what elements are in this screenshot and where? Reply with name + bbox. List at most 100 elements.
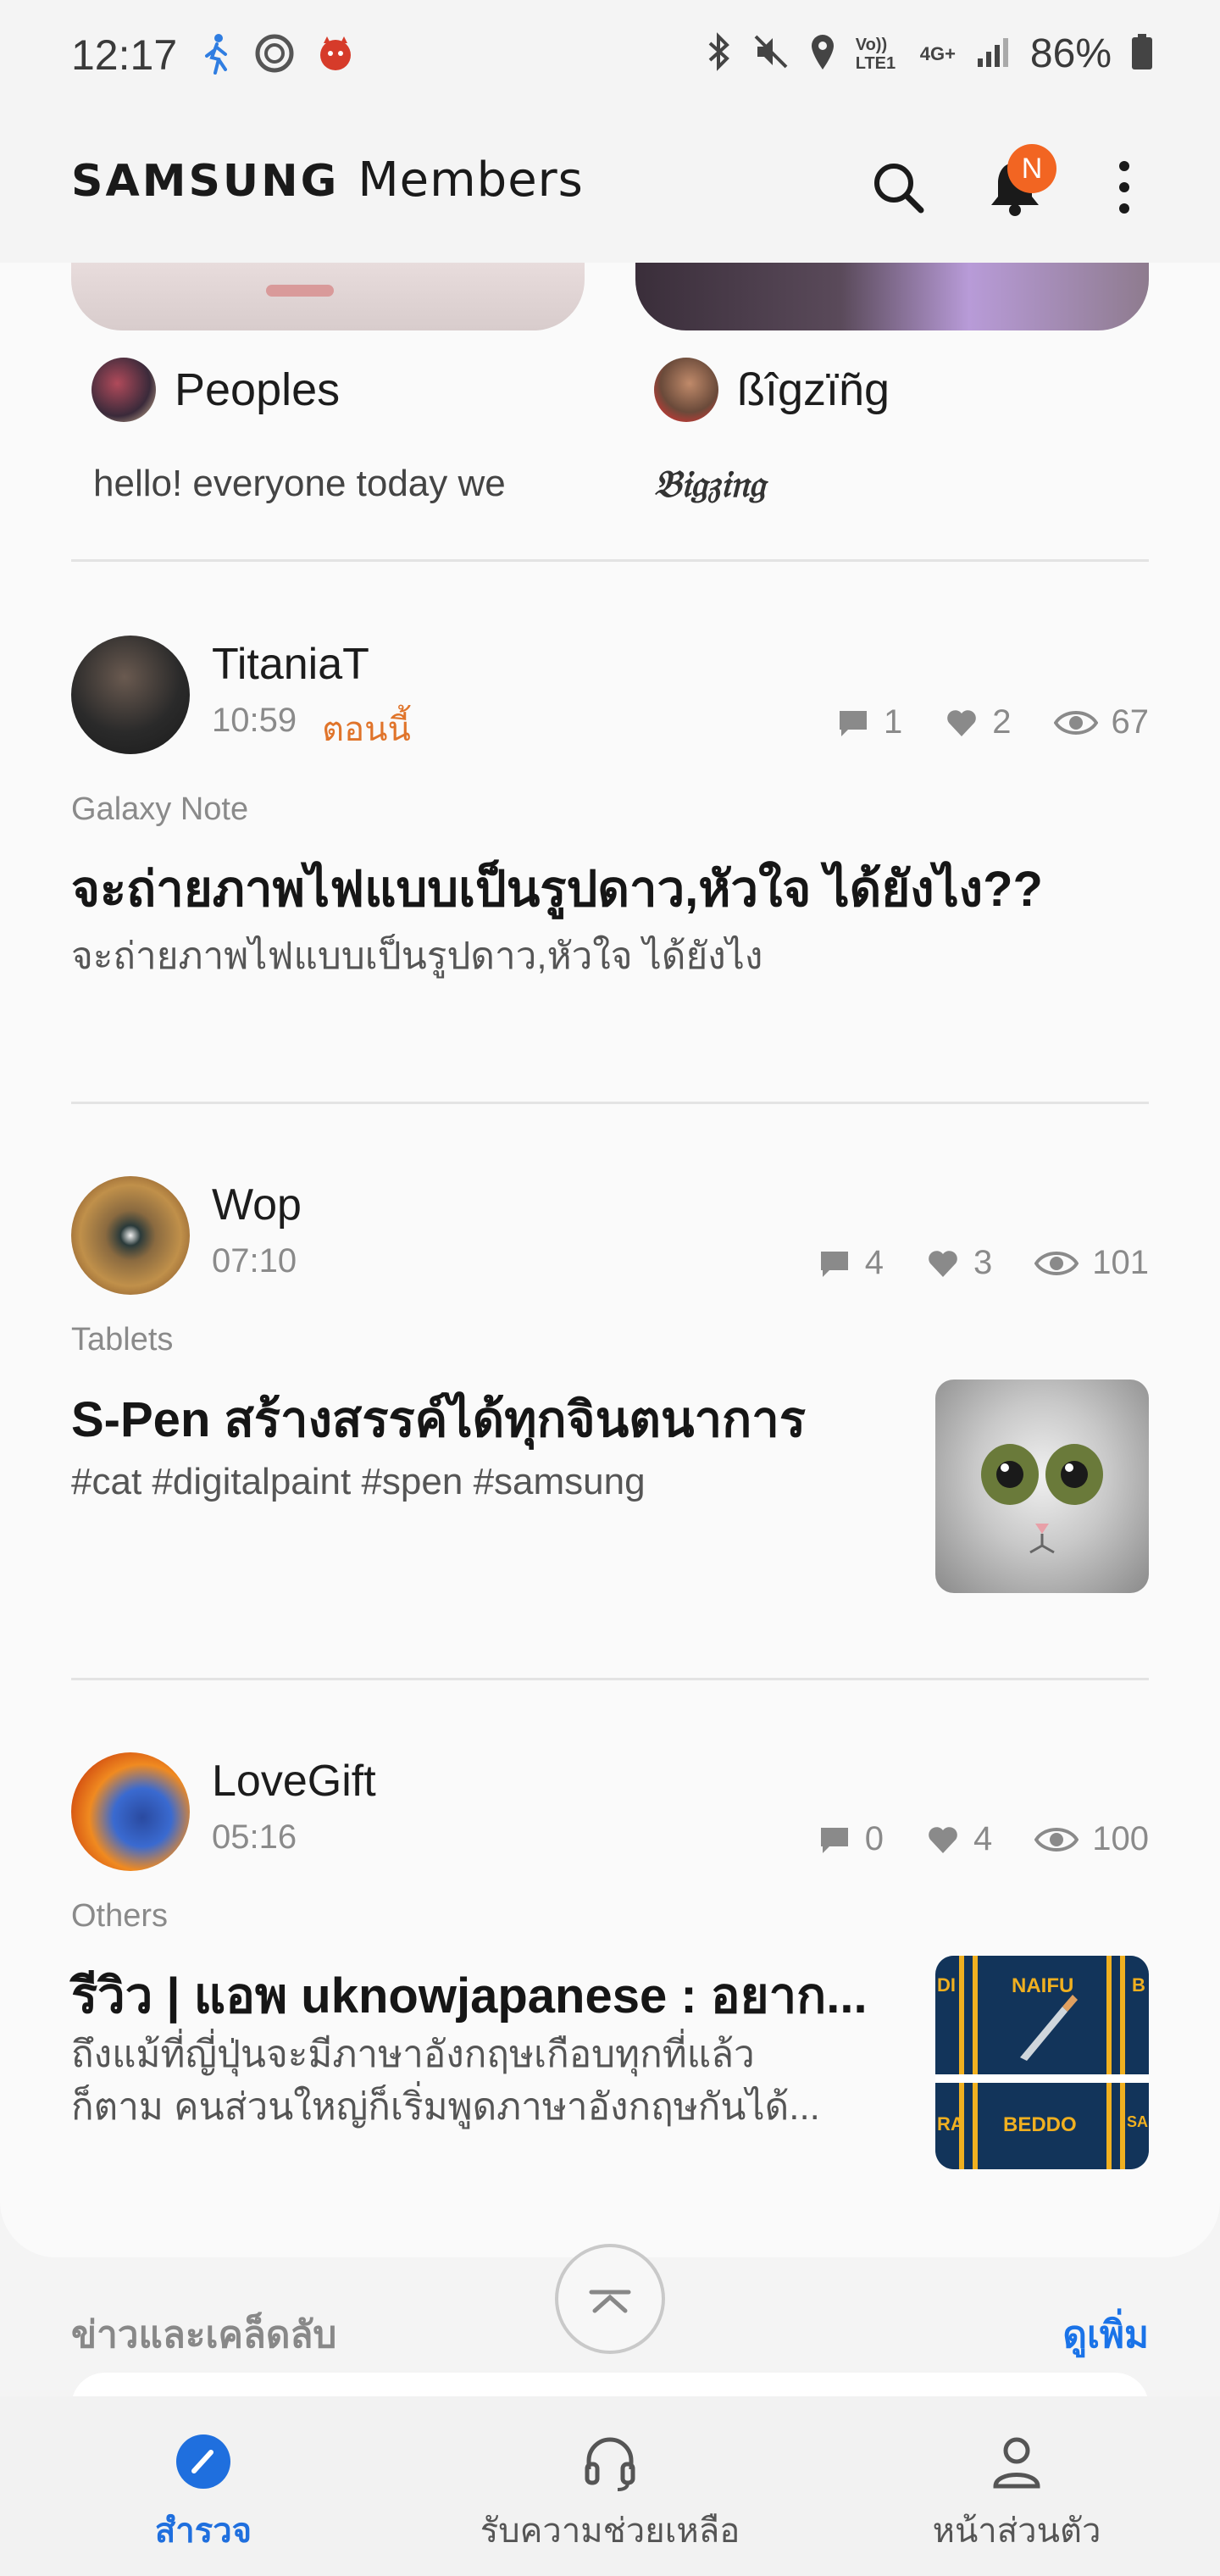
notifications-button[interactable]: N — [977, 144, 1056, 225]
eye-icon — [1034, 1251, 1079, 1275]
heart-icon — [947, 709, 977, 736]
cat-thumbnail-art — [981, 1444, 1103, 1554]
preview-image-left[interactable] — [71, 263, 585, 330]
post-title[interactable]: รีวิว | แอพ uknowjapanese : อยาก... — [71, 1956, 868, 2035]
post-item[interactable]: TitaniaT 10:59 ตอนนี้ 1 2 67 Galaxy Note… — [0, 636, 1220, 977]
nav-label: สำรวจ — [154, 2512, 252, 2550]
post-category[interactable]: Galaxy Note — [71, 791, 248, 828]
preview-text-right: 𝔅𝔦𝔤𝔷𝔦𝔫𝔤 — [654, 463, 766, 506]
person-icon — [993, 2437, 1040, 2489]
post-time: 05:16 — [212, 1818, 297, 1857]
4g-icon: 4G+ — [919, 42, 956, 64]
knife-icon — [1020, 1995, 1078, 2061]
status-right-icons: Vo)) LTE1 4G+ 86% — [705, 31, 1154, 77]
avatar — [654, 358, 718, 422]
news-section-title: ข่าวและเคล็ดลับ — [71, 2314, 337, 2356]
app-logo: SAMSUNG Members — [71, 153, 584, 208]
more-options-button[interactable] — [1086, 149, 1162, 225]
avatar — [92, 358, 156, 422]
post-time-value: 05:16 — [212, 1818, 297, 1856]
like-stat: 4 — [926, 1820, 992, 1858]
post-stats: 4 3 101 — [818, 1244, 1149, 1282]
location-icon — [808, 32, 837, 75]
antutu-icon — [254, 33, 295, 78]
thumb-text: SA — [1127, 2113, 1149, 2130]
search-button[interactable] — [860, 149, 936, 225]
post-author[interactable]: LoveGift — [212, 1756, 376, 1807]
post-item[interactable]: Wop 07:10 4 3 101 Tablets S-Pen สร้างสรร… — [0, 1176, 1220, 1634]
post-stats: 1 2 67 — [836, 703, 1149, 741]
bottom-navigation: สำรวจ รับความช่วยเหลือ หน้าส่วนตัว — [0, 2396, 1220, 2576]
post-time-note: ตอนนี้ — [322, 711, 411, 748]
nav-explore[interactable]: สำรวจ — [0, 2396, 407, 2576]
comment-stat: 4 — [818, 1244, 884, 1282]
post-body-line: ก็ตาม คนส่วนใหญ่ก็เริ่มพูดภาษาอังกฤษกันไ… — [71, 2085, 820, 2128]
divider — [71, 559, 1149, 562]
post-title[interactable]: S-Pen สร้างสรรค์ได้ทุกจินตนาการ — [71, 1380, 806, 1458]
post-time: 07:10 — [212, 1242, 297, 1280]
nav-label: รับความช่วยเหลือ — [480, 2512, 740, 2550]
compass-icon — [176, 2434, 230, 2489]
view-stat: 101 — [1034, 1244, 1149, 1282]
comment-icon — [820, 1827, 848, 1853]
walking-icon — [200, 32, 234, 79]
view-count: 101 — [1092, 1244, 1149, 1281]
avatar[interactable] — [71, 1176, 190, 1295]
search-icon — [874, 164, 924, 214]
post-body[interactable]: ถึงแม้ที่ญี่ปุ่นจะมีภาษาอังกฤษเกือบทุกที… — [71, 2029, 820, 2133]
view-stat: 67 — [1053, 703, 1149, 741]
divider — [71, 1102, 1149, 1104]
heart-icon — [929, 1826, 957, 1853]
status-left-icons — [200, 32, 356, 79]
battery-icon — [1130, 32, 1154, 75]
like-count: 4 — [973, 1820, 993, 1857]
devil-icon — [315, 33, 356, 78]
eye-icon — [1053, 710, 1098, 735]
comment-stat: 0 — [818, 1820, 884, 1858]
preview-author: ßîgzïñg — [737, 364, 890, 415]
post-body-line: ถึงแม้ที่ญี่ปุ่นจะมีภาษาอังกฤษเกือบทุกที… — [71, 2034, 755, 2075]
headset-icon — [585, 2437, 635, 2491]
post-thumbnail[interactable]: NAIFU BEDDO DI RA B SA — [935, 1956, 1149, 2169]
view-stat: 100 — [1034, 1820, 1149, 1858]
comment-count: 1 — [884, 703, 903, 741]
like-count: 2 — [992, 703, 1012, 741]
preview-user-left[interactable]: Peoples — [92, 358, 340, 422]
status-time: 12:17 — [71, 31, 178, 79]
post-author[interactable]: TitaniaT — [212, 639, 369, 690]
eye-icon — [1034, 1827, 1079, 1852]
divider — [71, 1678, 1149, 1680]
post-category[interactable]: Tablets — [71, 1322, 173, 1358]
post-item[interactable]: LoveGift 05:16 0 4 100 Others รีวิว | แอ… — [0, 1752, 1220, 2210]
post-category[interactable]: Others — [71, 1898, 168, 1935]
nav-get-help[interactable]: รับความช่วยเหลือ — [407, 2396, 813, 2576]
post-time: 10:59 ตอนนี้ — [212, 702, 411, 756]
preview-image-right[interactable] — [635, 263, 1149, 330]
status-bar: 12:17 Vo)) LTE1 4G+ 86% — [0, 0, 1220, 110]
preview-user-right[interactable]: ßîgzïñg — [654, 358, 890, 422]
comment-icon — [820, 1251, 848, 1277]
app-bar: SAMSUNG Members N — [0, 110, 1220, 263]
like-stat: 3 — [926, 1244, 992, 1282]
brand-samsung: SAMSUNG — [71, 156, 340, 207]
post-stats: 0 4 100 — [818, 1820, 1149, 1858]
scroll-to-top-button[interactable] — [555, 2244, 665, 2354]
post-author[interactable]: Wop — [212, 1180, 302, 1230]
view-count: 100 — [1092, 1820, 1149, 1857]
bluetooth-icon — [705, 31, 734, 76]
see-more-link[interactable]: ดูเพิ่ม — [1062, 2305, 1149, 2364]
battery-percent: 86% — [1029, 31, 1112, 76]
post-time-value: 07:10 — [212, 1242, 297, 1280]
post-thumbnail[interactable] — [935, 1380, 1149, 1593]
heart-icon — [929, 1250, 957, 1277]
avatar[interactable] — [71, 1752, 190, 1871]
post-body[interactable]: #cat #digitalpaint #spen #samsung — [71, 1456, 646, 1508]
post-body[interactable]: จะถ่ายภาพไฟแบบเป็นรูปดาว,หัวใจ ได้ยังไง — [71, 930, 762, 983]
volte-icon: Vo)) LTE1 — [855, 35, 896, 73]
avatar[interactable] — [71, 636, 190, 754]
post-title[interactable]: จะถ่ายภาพไฟแบบเป็นรูปดาว,หัวใจ ได้ยังไง?… — [71, 849, 1043, 928]
comment-icon — [840, 710, 867, 736]
nav-profile[interactable]: หน้าส่วนตัว — [813, 2396, 1220, 2576]
signal-icon — [974, 33, 1012, 75]
comment-stat: 1 — [836, 703, 902, 741]
